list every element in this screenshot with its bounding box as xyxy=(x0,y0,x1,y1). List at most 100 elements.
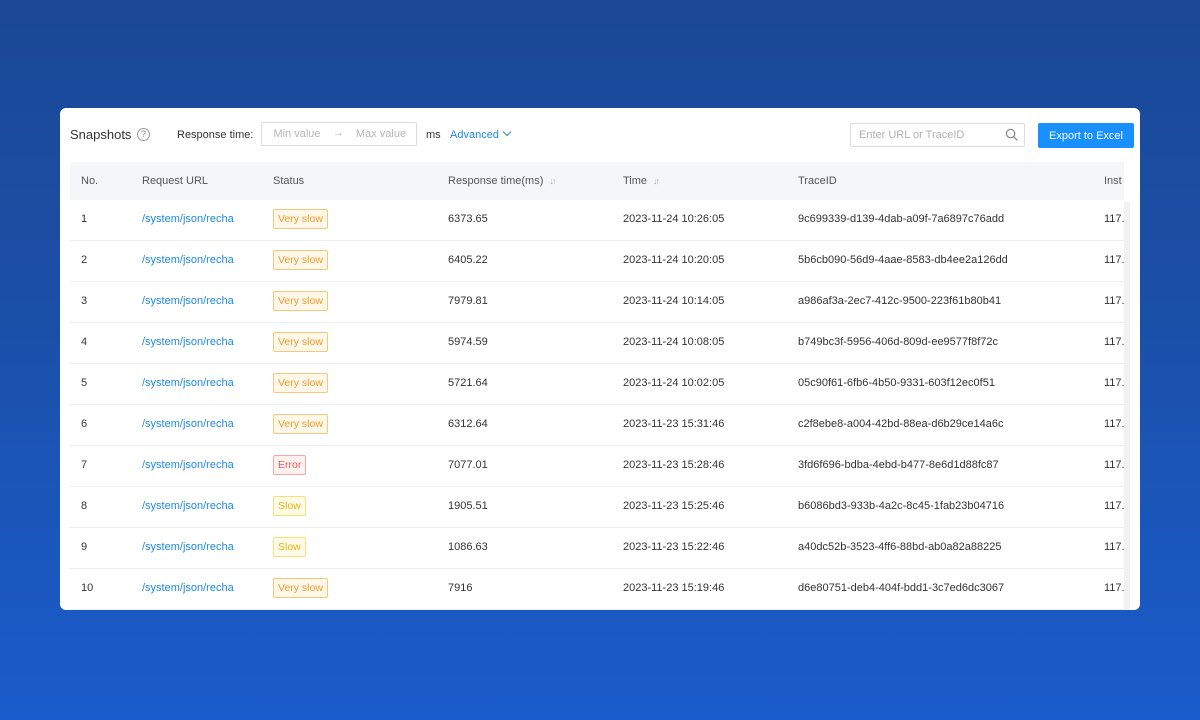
instance-value: 117. xyxy=(1104,336,1124,348)
advanced-toggle[interactable]: Advanced xyxy=(450,127,512,141)
table-row[interactable]: 1 /system/json/recha Very slow 6373.65 2… xyxy=(70,200,1124,241)
status-badge: Slow xyxy=(273,537,306,557)
instance-value: 117. xyxy=(1104,418,1124,430)
search-box xyxy=(850,123,1025,147)
chevron-down-icon xyxy=(502,127,512,137)
status-badge: Slow xyxy=(273,496,306,516)
header-time[interactable]: Time ↓↑ xyxy=(623,175,660,187)
request-url-link[interactable]: /system/json/recha xyxy=(142,295,254,307)
timestamp: 2023-11-24 10:02:05 xyxy=(623,377,725,389)
trace-id: d6e80751-deb4-404f-bdd1-3c7ed6dc3067 xyxy=(798,582,1005,594)
timestamp: 2023-11-23 15:28:46 xyxy=(623,459,725,471)
row-number: 2 xyxy=(81,254,88,266)
row-number: 6 xyxy=(81,418,88,430)
trace-id: c2f8ebe8-a004-42bd-88ea-d6b29ce14a6c xyxy=(798,418,1004,430)
trace-id: 05c90f61-6fb6-4b50-9331-603f12ec0f51 xyxy=(798,377,995,389)
request-url-link[interactable]: /system/json/recha xyxy=(142,541,254,553)
row-number: 1 xyxy=(81,213,88,225)
timestamp: 2023-11-24 10:08:05 xyxy=(623,336,725,348)
snapshots-panel: Snapshots ? Response time: → ms Advanced… xyxy=(60,108,1140,610)
status-badge: Very slow xyxy=(273,291,328,311)
timestamp: 2023-11-24 10:20:05 xyxy=(623,254,725,266)
row-number: 9 xyxy=(81,541,88,553)
help-icon[interactable]: ? xyxy=(137,128,150,141)
search-icon[interactable] xyxy=(1005,128,1018,141)
header-instance: Inst xyxy=(1104,175,1122,187)
response-time-value: 7077.01 xyxy=(448,459,488,471)
sort-icon[interactable]: ↓↑ xyxy=(549,176,556,186)
header-no: No. xyxy=(81,175,99,187)
table-row[interactable]: 8 /system/json/recha Slow 1905.51 2023-1… xyxy=(70,487,1124,528)
row-number: 7 xyxy=(81,459,88,471)
timestamp: 2023-11-24 10:14:05 xyxy=(623,295,725,307)
response-time-value: 5721.64 xyxy=(448,377,488,389)
request-url-link[interactable]: /system/json/recha xyxy=(142,582,254,594)
export-to-excel-button[interactable]: Export to Excel xyxy=(1038,123,1134,148)
response-time-value: 6373.65 xyxy=(448,213,488,225)
status-badge: Very slow xyxy=(273,332,328,352)
trace-id: 5b6cb090-56d9-4aae-8583-db4ee2a126dd xyxy=(798,254,1008,266)
trace-id: 9c699339-d139-4dab-a09f-7a6897c76add xyxy=(798,213,1005,225)
trace-id: b6086bd3-933b-4a2c-8c45-1fab23b04716 xyxy=(798,500,1005,512)
snapshots-table: No. Request URL Status Response time(ms)… xyxy=(70,162,1124,610)
response-time-value: 1905.51 xyxy=(448,500,488,512)
instance-value: 117. xyxy=(1104,582,1124,594)
response-time-value: 1086.63 xyxy=(448,541,488,553)
trace-id: a40dc52b-3523-4ff6-88bd-ab0a82a88225 xyxy=(798,541,1002,553)
response-time-value: 6405.22 xyxy=(448,254,488,266)
table-row[interactable]: 6 /system/json/recha Very slow 6312.64 2… xyxy=(70,405,1124,446)
advanced-label: Advanced xyxy=(450,129,499,141)
table-row[interactable]: 2 /system/json/recha Very slow 6405.22 2… xyxy=(70,241,1124,282)
timestamp: 2023-11-24 10:26:05 xyxy=(623,213,725,225)
row-number: 3 xyxy=(81,295,88,307)
row-number: 10 xyxy=(81,582,94,594)
request-url-link[interactable]: /system/json/recha xyxy=(142,500,254,512)
table-body: 1 /system/json/recha Very slow 6373.65 2… xyxy=(70,200,1124,610)
timestamp: 2023-11-23 15:19:46 xyxy=(623,582,725,594)
trace-id: 3fd6f696-bdba-4ebd-b477-8e6d1d88fc87 xyxy=(798,459,999,471)
min-value-input[interactable] xyxy=(266,126,328,142)
request-url-link[interactable]: /system/json/recha xyxy=(142,213,254,225)
request-url-link[interactable]: /system/json/recha xyxy=(142,459,254,471)
table-row[interactable]: 4 /system/json/recha Very slow 5974.59 2… xyxy=(70,323,1124,364)
vertical-scrollbar[interactable] xyxy=(1124,202,1130,610)
header-response-time-label: Response time(ms) xyxy=(448,175,544,187)
unit-label: ms xyxy=(426,129,441,141)
row-number: 8 xyxy=(81,500,88,512)
instance-value: 117. xyxy=(1104,500,1124,512)
status-badge: Error xyxy=(273,455,307,475)
request-url-link[interactable]: /system/json/recha xyxy=(142,418,254,430)
timestamp: 2023-11-23 15:25:46 xyxy=(623,500,725,512)
table-row[interactable]: 5 /system/json/recha Very slow 5721.64 2… xyxy=(70,364,1124,405)
trace-id: b749bc3f-5956-406d-809d-ee9577f8f72c xyxy=(798,336,998,348)
row-number: 4 xyxy=(81,336,88,348)
max-value-input[interactable] xyxy=(350,126,412,142)
header-request-url: Request URL xyxy=(142,175,209,187)
response-time-range: → xyxy=(261,122,417,146)
table-row[interactable]: 3 /system/json/recha Very slow 7979.81 2… xyxy=(70,282,1124,323)
trace-id: a986af3a-2ec7-412c-9500-223f61b80b41 xyxy=(798,295,1002,307)
instance-value: 117. xyxy=(1104,459,1124,471)
response-time-value: 7979.81 xyxy=(448,295,488,307)
table-row[interactable]: 7 /system/json/recha Error 7077.01 2023-… xyxy=(70,446,1124,487)
status-badge: Very slow xyxy=(273,209,328,229)
status-badge: Very slow xyxy=(273,373,328,393)
sort-icon[interactable]: ↓↑ xyxy=(653,176,660,186)
instance-value: 117. xyxy=(1104,295,1124,307)
header-time-label: Time xyxy=(623,175,648,187)
header-status: Status xyxy=(273,175,305,187)
search-input[interactable] xyxy=(859,128,999,142)
timestamp: 2023-11-23 15:22:46 xyxy=(623,541,725,553)
status-badge: Very slow xyxy=(273,578,328,598)
response-time-value: 6312.64 xyxy=(448,418,488,430)
panel-title: Snapshots xyxy=(70,127,132,142)
request-url-link[interactable]: /system/json/recha xyxy=(142,377,254,389)
table-row[interactable]: 10 /system/json/recha Very slow 7916 202… xyxy=(70,569,1124,610)
header-response-time[interactable]: Response time(ms) ↓↑ xyxy=(448,175,556,187)
instance-value: 117. xyxy=(1104,213,1124,225)
table-row[interactable]: 9 /system/json/recha Slow 1086.63 2023-1… xyxy=(70,528,1124,569)
request-url-link[interactable]: /system/json/recha xyxy=(142,254,254,266)
row-number: 5 xyxy=(81,377,88,389)
table-header: No. Request URL Status Response time(ms)… xyxy=(70,162,1124,200)
request-url-link[interactable]: /system/json/recha xyxy=(142,336,254,348)
